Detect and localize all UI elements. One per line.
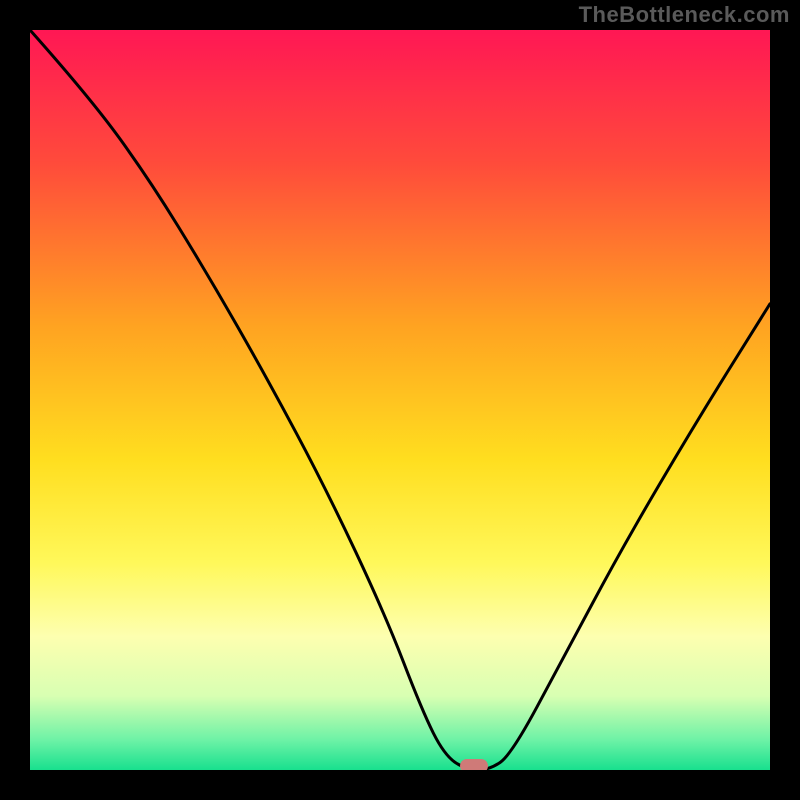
optimum-marker <box>460 759 488 770</box>
chart-svg <box>30 30 770 770</box>
watermark-text: TheBottleneck.com <box>579 2 790 28</box>
chart-plot-area <box>30 30 770 770</box>
gradient-background <box>30 30 770 770</box>
